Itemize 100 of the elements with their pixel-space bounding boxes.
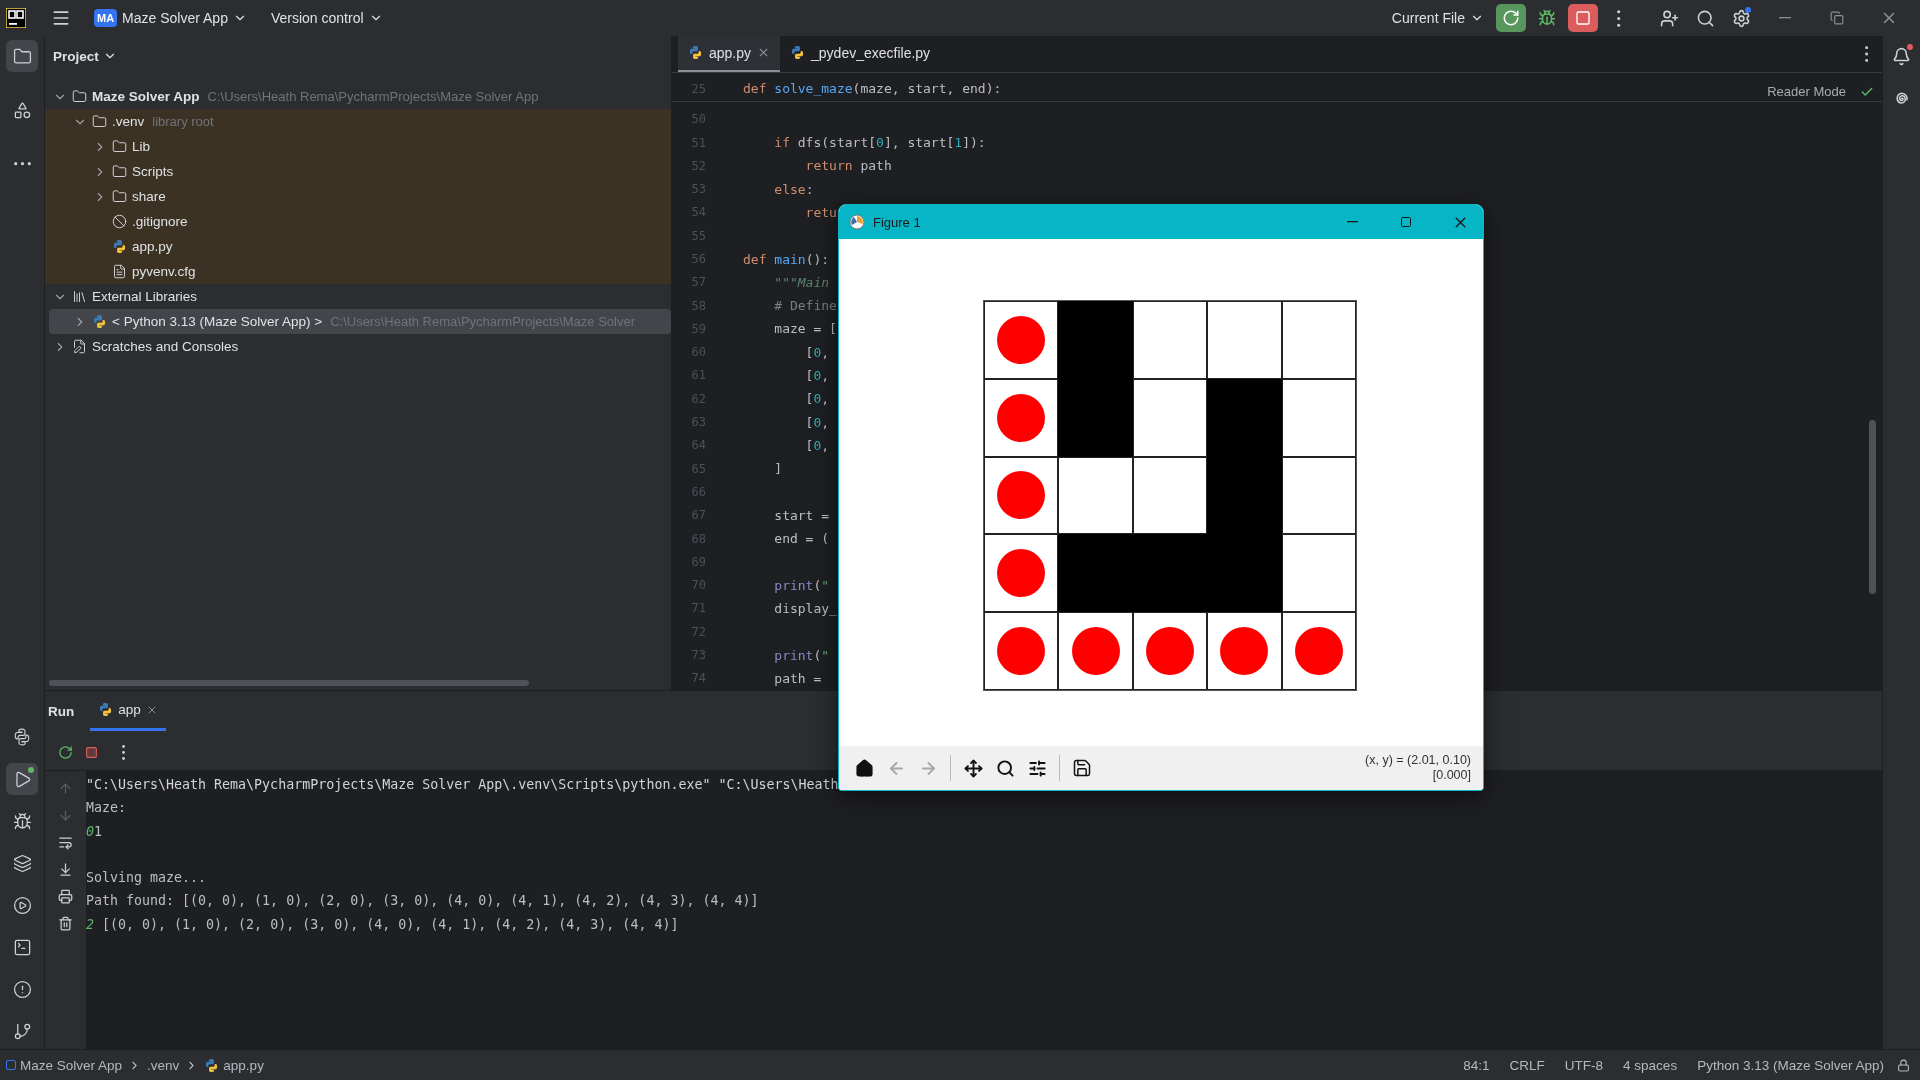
tree-item[interactable]: Scripts <box>45 159 671 184</box>
breadcrumb[interactable]: .venv <box>147 1057 180 1073</box>
tree-item[interactable]: .venv library root <box>45 109 671 134</box>
folder-icon <box>72 89 87 104</box>
tree-item[interactable]: .gitignore <box>45 209 671 234</box>
breadcrumb[interactable]: Maze Solver App <box>6 1057 123 1073</box>
trash-icon <box>58 915 73 931</box>
cursor-readout: (x, y) = (2.01, 0.10) <box>1365 753 1471 768</box>
python-icon <box>92 314 107 329</box>
settings-icon <box>1731 8 1751 28</box>
vcs-menu[interactable]: Version control <box>264 4 389 32</box>
add-user-icon <box>1659 8 1679 28</box>
layers-icon <box>12 853 32 873</box>
code-line: def solve_maze(maze, start, end): <box>743 81 1002 97</box>
reader-mode-button[interactable]: Reader Mode <box>1763 82 1850 101</box>
save-icon <box>1072 758 1092 778</box>
tree-item[interactable]: Maze Solver App C:\Users\Heath Rema\PycharmProjects\Maze Solver App <box>45 84 671 109</box>
folder-icon <box>112 189 127 204</box>
wrap-icon <box>58 834 73 850</box>
shapes-icon <box>12 100 32 120</box>
terminal-icon <box>12 937 32 957</box>
folder-icon <box>112 164 127 179</box>
console-line: 2 [(0, 0), (1, 0), (2, 0), (3, 0), (4, 0), (4, 1), (4, 2), (4, 3), (4, 4)] <box>86 915 680 934</box>
minimize-icon <box>1779 17 1791 19</box>
cursor-readout: [0.000] <box>1432 768 1471 783</box>
bell-icon <box>1892 46 1911 66</box>
code-line: # Define <box>773 298 837 314</box>
branch-icon <box>12 1021 32 1041</box>
status-item[interactable]: UTF-8 <box>1557 1057 1611 1073</box>
tree-item[interactable]: External Libraries <box>45 284 671 309</box>
code-line: display_ <box>773 600 837 616</box>
stop-button[interactable] <box>1568 4 1598 32</box>
tree-item[interactable]: share <box>45 184 671 209</box>
minimize-icon <box>1346 221 1358 223</box>
sliders-icon <box>1027 758 1047 778</box>
scrollbar[interactable] <box>1869 420 1876 594</box>
move-icon <box>963 758 983 778</box>
search-icon <box>1695 8 1715 28</box>
scratch-file-icon <box>72 339 87 354</box>
tree-item[interactable]: app.py <box>45 234 671 259</box>
home-icon <box>854 758 874 778</box>
run-tab[interactable]: app <box>90 691 166 731</box>
code-line: retu <box>804 204 837 220</box>
rerun-icon <box>1502 9 1520 27</box>
run-config-selector[interactable]: Current File <box>1385 4 1490 32</box>
tree-item[interactable]: Lib <box>45 134 671 159</box>
code-line: return path <box>804 158 892 174</box>
folder-icon <box>92 114 107 129</box>
rerun-button[interactable] <box>1496 4 1526 32</box>
code-line: [0, <box>804 368 830 383</box>
code-line: ] <box>773 461 783 477</box>
text-file-icon <box>112 264 127 279</box>
code-line: print(" <box>773 647 830 663</box>
status-item[interactable]: 84:1 <box>1456 1057 1497 1073</box>
stop-icon <box>84 745 98 759</box>
tool-window-button[interactable] <box>6 763 38 795</box>
maximize-icon <box>1400 216 1412 228</box>
window-title: Figure 1 <box>873 214 921 230</box>
code-line: [0, <box>804 391 830 407</box>
code-line: [0, <box>804 414 830 430</box>
console-line: 01 <box>86 822 104 841</box>
status-item[interactable]: Python 3.13 (Maze Solver App) <box>1690 1057 1891 1073</box>
play-circle-icon <box>12 895 32 915</box>
menu-icon <box>51 8 71 28</box>
breadcrumb[interactable]: app.py <box>204 1057 264 1073</box>
editor-tab[interactable]: app.py <box>678 36 781 72</box>
code-line: [0, <box>804 437 830 453</box>
bug-icon <box>12 811 32 831</box>
arrow-up-icon <box>58 780 73 796</box>
restore-icon <box>1830 11 1844 25</box>
module-icon <box>6 1060 16 1070</box>
console-line: Solving maze... <box>86 869 208 888</box>
library-icon <box>72 289 87 304</box>
more-icon <box>1617 9 1621 27</box>
code-line: if dfs(start[0], start[1]): <box>773 135 986 150</box>
console-line: "C:\Users\Heath Rema\PycharmProjects\Maze Solver App\.venv\Scripts\python.exe" "C:\Users\Heath <box>86 776 839 794</box>
tool-window-button[interactable] <box>6 40 38 72</box>
more-icon[interactable] <box>1864 45 1868 62</box>
project-view-selector[interactable]: Project <box>49 46 121 66</box>
project-switcher[interactable]: MA Maze Solver App <box>88 4 253 32</box>
python-icon <box>688 45 703 61</box>
scrollbar[interactable] <box>49 680 529 686</box>
bug-icon <box>1538 9 1556 27</box>
scroll-end-icon <box>58 861 73 877</box>
tree-item[interactable]: pyvenv.cfg <box>45 259 671 284</box>
status-item[interactable]: 4 spaces <box>1616 1057 1685 1073</box>
app-logo-icon[interactable] <box>6 8 26 28</box>
code-line: path = <box>773 670 823 686</box>
editor-tab[interactable]: _pydev_execfile.py <box>780 36 941 72</box>
stop-icon <box>1575 10 1591 26</box>
code-line: """Main <box>773 274 830 290</box>
tree-item[interactable]: Scratches and Consoles <box>45 334 671 359</box>
code-line: [0, <box>804 344 830 360</box>
status-item[interactable]: CRLF <box>1502 1057 1552 1073</box>
alert-icon <box>12 979 32 999</box>
lock-icon <box>1897 1058 1910 1072</box>
code-line: else: <box>773 181 814 197</box>
code-line: maze = [ <box>773 321 837 337</box>
ignore-icon <box>112 214 127 229</box>
console-line: Maze: <box>86 799 128 818</box>
